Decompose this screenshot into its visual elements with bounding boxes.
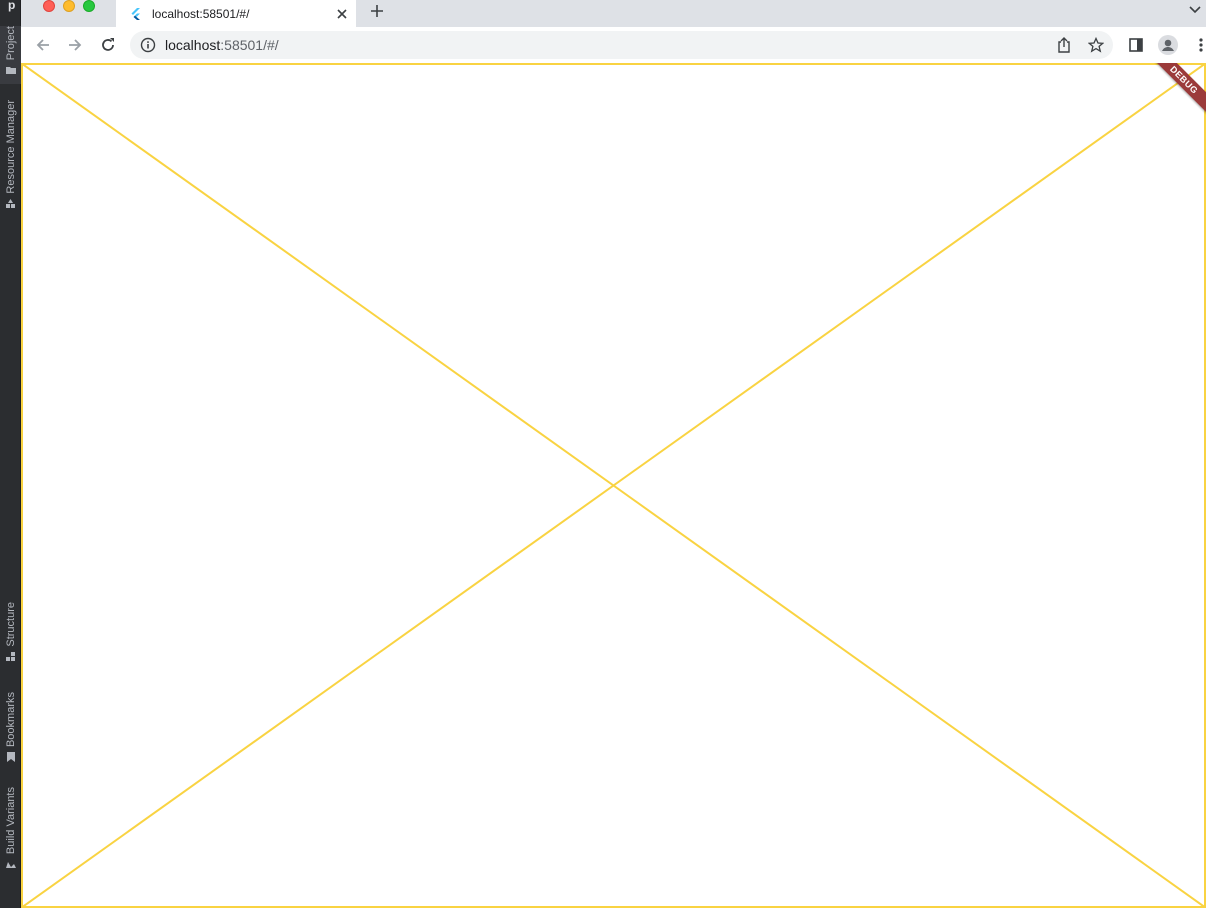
flutter-icon: [131, 7, 140, 20]
browser-tab-active[interactable]: localhost:58501/#/: [116, 0, 356, 27]
tool-window-build-variants-label: Build Variants: [4, 787, 17, 855]
side-panel-button[interactable]: [1126, 35, 1146, 55]
address-bar-url: localhost:58501/#/: [165, 37, 279, 53]
info-icon[interactable]: [140, 37, 156, 53]
reload-icon: [102, 38, 114, 51]
profile-avatar-icon: [1158, 35, 1178, 55]
zoom-window-button[interactable]: [83, 0, 95, 12]
tool-window-project[interactable]: Project: [0, 26, 21, 84]
bookmark-icon: [6, 752, 15, 763]
browser-toolbar: localhost:58501/#/: [21, 27, 1206, 63]
ide-tool-window-strip: p Project Resource Manager Structure Boo…: [0, 0, 21, 908]
url-host: localhost: [165, 37, 221, 53]
tool-window-resource-manager-label: Resource Manager: [4, 100, 17, 194]
bookmark-star-button[interactable]: [1086, 35, 1106, 55]
forward-button[interactable]: [65, 35, 85, 55]
build-variants-icon: [5, 862, 16, 869]
side-panel-icon: [1129, 38, 1143, 52]
window-controls: [43, 0, 95, 12]
tool-window-project-label: Project: [4, 26, 17, 61]
tool-window-bookmarks-label: Bookmarks: [4, 692, 17, 748]
close-window-button[interactable]: [43, 0, 55, 12]
tool-window-structure-label: Structure: [4, 602, 17, 647]
flutter-placeholder-widget: [21, 63, 1206, 908]
browser-chrome: localhost:58501/#/ localhost:58501/#/: [21, 0, 1206, 63]
tool-window-resource-manager[interactable]: Resource Manager: [0, 100, 21, 220]
url-path: :58501/#/: [220, 37, 279, 53]
arrow-left-icon: [36, 39, 49, 51]
back-button[interactable]: [33, 35, 53, 55]
tab-close-icon[interactable]: [334, 6, 350, 22]
star-icon: [1088, 37, 1104, 53]
flutter-app-viewport: DEBUG: [21, 63, 1206, 908]
kebab-menu-icon: [1199, 38, 1203, 52]
tool-window-structure[interactable]: Structure: [0, 602, 21, 672]
share-button[interactable]: [1054, 35, 1074, 55]
tab-title: localhost:58501/#/: [152, 6, 250, 21]
new-tab-button[interactable]: [366, 0, 388, 22]
profile-button[interactable]: [1158, 35, 1178, 55]
address-bar[interactable]: localhost:58501/#/: [130, 31, 1113, 59]
tool-window-bookmarks[interactable]: Bookmarks: [0, 692, 21, 772]
arrow-right-icon: [69, 39, 82, 51]
chevron-down-icon[interactable]: [1188, 2, 1202, 16]
ide-logo-text: p: [8, 0, 16, 12]
plus-icon: [371, 5, 383, 17]
resource-manager-icon: [5, 198, 15, 208]
tool-window-build-variants[interactable]: Build Variants: [0, 787, 21, 877]
share-icon: [1058, 37, 1070, 53]
reload-button[interactable]: [98, 35, 118, 55]
structure-icon: [5, 651, 15, 661]
minimize-window-button[interactable]: [63, 0, 75, 12]
browser-menu-button[interactable]: [1191, 35, 1206, 55]
folder-icon: [5, 67, 16, 75]
